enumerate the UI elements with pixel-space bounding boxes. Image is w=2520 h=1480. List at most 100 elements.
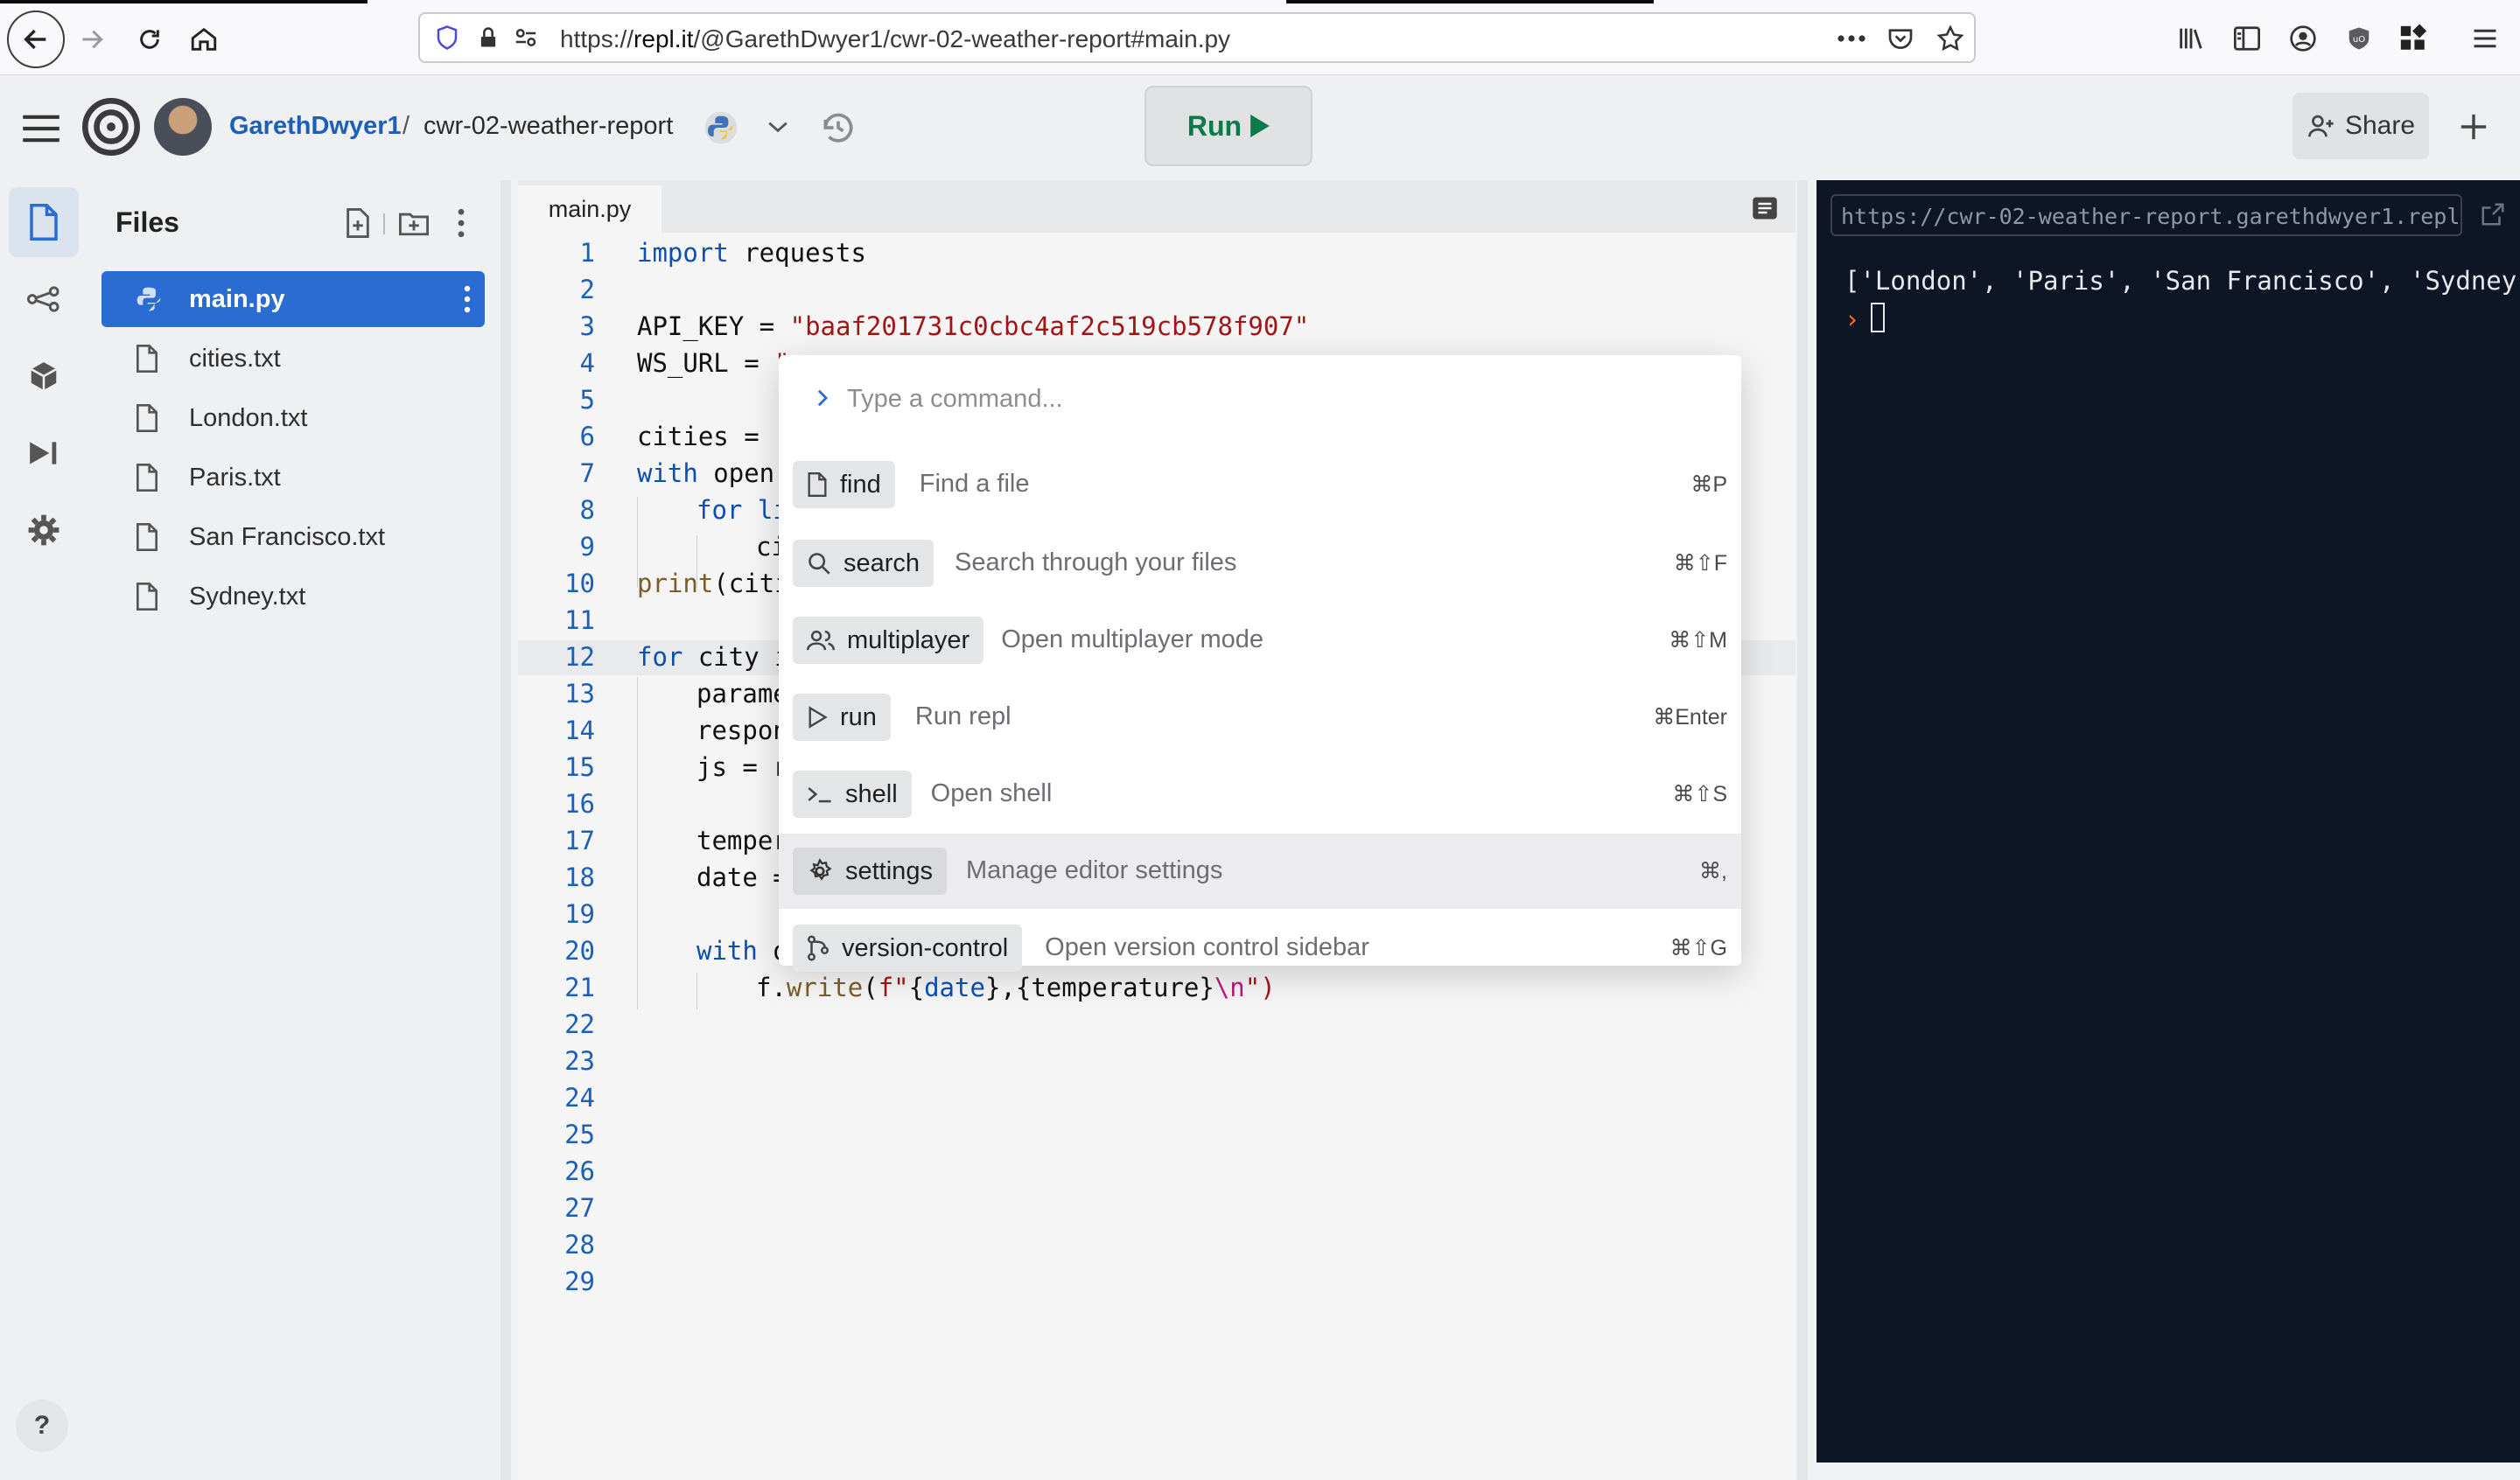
play-icon — [1250, 115, 1270, 137]
command-shortcut: ⌘⇧M — [1669, 628, 1727, 653]
command-description: Run repl — [914, 702, 1012, 730]
code-line: for city i — [637, 642, 790, 672]
command-chip: version-control — [793, 925, 1023, 972]
home-button[interactable] — [175, 10, 233, 68]
branch-icon — [807, 935, 830, 961]
python-language-icon[interactable] — [704, 110, 738, 145]
settings-nav-button[interactable] — [9, 495, 79, 565]
back-button[interactable] — [7, 10, 65, 68]
packages-nav-button[interactable] — [9, 341, 79, 411]
account-button[interactable] — [2286, 21, 2320, 56]
account-icon — [2290, 25, 2316, 52]
command-item-multiplayer[interactable]: multiplayer Open multiplayer mode ⌘⇧M — [779, 603, 1741, 678]
file-name: San Francisco.txt — [189, 522, 386, 551]
command-shortcut: ⌘, — [1699, 859, 1727, 883]
file-item-san-francisco-txt[interactable]: San Francisco.txt — [102, 509, 485, 565]
code-token: WS_URL = — [637, 348, 775, 378]
username-link[interactable]: GarethDwyer1 — [229, 112, 402, 141]
command-name: multiplayer — [847, 625, 970, 654]
line-number: 14 — [564, 716, 595, 745]
command-item-search[interactable]: search Search through your files ⌘⇧F — [779, 526, 1741, 601]
file-item-cities-txt[interactable]: cities.txt — [102, 331, 485, 387]
console-panel[interactable] — [1816, 180, 2520, 1463]
command-chip: multiplayer — [793, 617, 984, 664]
history-icon[interactable] — [819, 108, 858, 147]
command-item-settings[interactable]: settings Manage editor settings ⌘, — [779, 834, 1741, 909]
help-button[interactable]: ? — [16, 1400, 68, 1452]
tab-main-py[interactable]: main.py — [518, 185, 662, 233]
chevron-down-icon[interactable] — [766, 117, 789, 136]
line-number: 23 — [564, 1046, 595, 1076]
command-name: run — [840, 702, 877, 731]
file-item-london-txt[interactable]: London.txt — [102, 390, 485, 446]
address-bar[interactable]: https://repl.it/@GarethDwyer1/cwr-02-wea… — [418, 12, 1976, 63]
star-icon[interactable] — [1936, 24, 1965, 53]
more-icon[interactable] — [1836, 28, 1867, 49]
file-icon — [136, 523, 158, 551]
command-chip: settings — [793, 848, 947, 895]
browser-menu-button[interactable] — [2468, 21, 2502, 56]
file-item-sydney-txt[interactable]: Sydney.txt — [102, 569, 485, 625]
command-input[interactable]: Type a command... — [847, 385, 1063, 414]
url-host: repl.it — [634, 25, 694, 52]
command-description: Search through your files — [955, 548, 1237, 576]
command-item-shell[interactable]: shell Open shell ⌘⇧S — [779, 757, 1741, 832]
editor-layout-icon[interactable] — [1752, 196, 1778, 220]
command-name: shell — [845, 779, 898, 808]
files-nav-button[interactable] — [9, 187, 79, 257]
panel-resize-handle[interactable] — [500, 180, 511, 1480]
forward-button[interactable] — [63, 10, 121, 68]
permissions-icon[interactable] — [513, 24, 539, 51]
pocket-icon[interactable] — [1886, 24, 1914, 52]
home-icon — [191, 27, 217, 51]
command-name: find — [840, 470, 881, 499]
users-icon — [807, 628, 835, 653]
share-button[interactable]: Share — [2292, 93, 2429, 159]
shield-icon[interactable] — [434, 24, 460, 51]
reload-button[interactable] — [121, 10, 178, 68]
play-icon — [807, 706, 828, 729]
replit-logo-icon[interactable] — [82, 98, 140, 156]
command-item-version-control[interactable]: version-control Open version control side… — [779, 911, 1741, 986]
file-item-main-py[interactable]: main.py — [102, 271, 485, 327]
ublock-button[interactable]: uO — [2342, 21, 2376, 56]
library-button[interactable] — [2174, 21, 2208, 56]
avatar[interactable] — [154, 98, 212, 156]
command-name: search — [844, 548, 920, 577]
line-number: 4 — [579, 348, 595, 378]
run-button[interactable]: Run — [1144, 86, 1312, 166]
url-text[interactable]: https://repl.it/@GarethDwyer1/cwr-02-wea… — [560, 25, 1230, 53]
command-shortcut: ⌘Enter — [1653, 705, 1727, 730]
menu-icon[interactable] — [21, 114, 61, 143]
kebab-icon[interactable] — [455, 208, 467, 238]
tab-indicator — [1286, 0, 1654, 3]
new-folder-icon[interactable] — [399, 210, 429, 236]
line-number: 11 — [564, 605, 595, 635]
lock-icon[interactable] — [476, 24, 500, 51]
sidebar-toggle-button[interactable] — [2230, 21, 2264, 56]
command-item-find[interactable]: find Find a file ⌘P — [779, 447, 1741, 522]
panel-resize-handle[interactable] — [1797, 180, 1808, 1480]
line-number: 28 — [564, 1230, 595, 1260]
file-item-paris-txt[interactable]: Paris.txt — [102, 450, 485, 506]
command-shortcut: ⌘⇧G — [1670, 936, 1727, 960]
repl-name[interactable]: cwr-02-weather-report — [424, 112, 673, 141]
code-line: with open( — [637, 458, 790, 488]
webview-url[interactable]: https://cwr-02-weather-report.garethdwye… — [1830, 194, 2462, 236]
extensions-button[interactable] — [2396, 21, 2431, 56]
new-file-icon[interactable] — [345, 208, 371, 238]
debugger-nav-button[interactable] — [9, 418, 79, 488]
code-token: for — [637, 642, 683, 672]
command-name: settings — [845, 856, 933, 885]
code-line: respon — [696, 716, 788, 745]
version-control-nav-button[interactable] — [9, 264, 79, 334]
add-user-icon — [2307, 115, 2334, 137]
line-number: 2 — [579, 275, 595, 304]
line-number: 6 — [579, 422, 595, 451]
open-external-icon[interactable] — [2480, 201, 2506, 227]
plus-icon[interactable] — [2459, 112, 2488, 142]
python-file-icon — [136, 287, 161, 311]
file-options-icon[interactable] — [462, 285, 472, 313]
command-item-run[interactable]: run Run repl ⌘Enter — [779, 680, 1741, 755]
line-number: 16 — [564, 789, 595, 819]
